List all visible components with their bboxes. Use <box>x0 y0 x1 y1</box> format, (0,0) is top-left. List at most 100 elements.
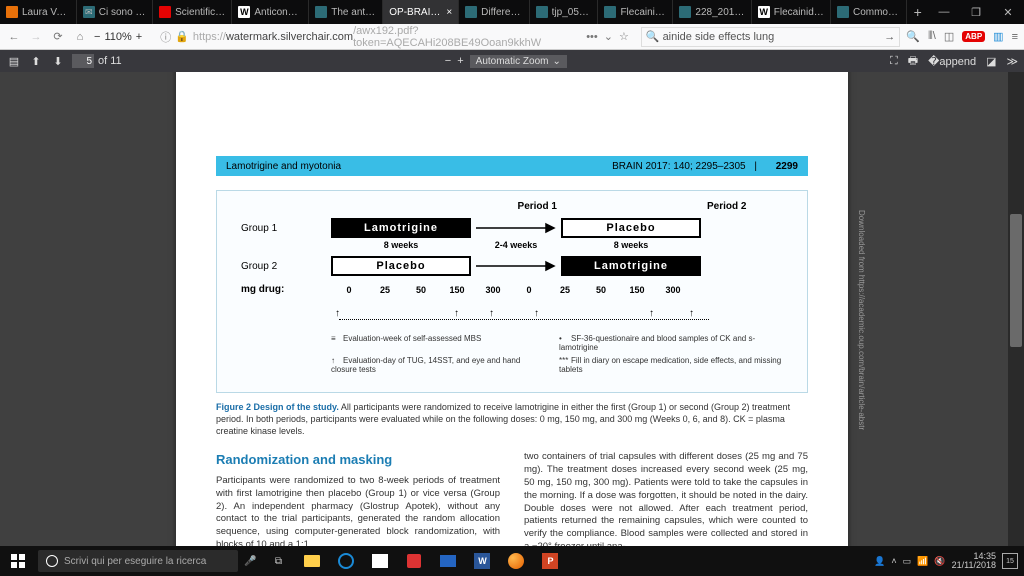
scrollbar-thumb[interactable] <box>1010 214 1022 347</box>
restore-button[interactable]: ❐ <box>960 0 992 24</box>
library-icon[interactable]: ⦀\ <box>928 30 936 43</box>
mail-button[interactable] <box>436 549 460 573</box>
tab[interactable]: Flecainide-R <box>598 0 673 24</box>
back-button[interactable]: ← <box>6 29 22 45</box>
tab-active[interactable]: OP-BRAI1701× <box>383 0 459 24</box>
store-button[interactable] <box>368 549 392 573</box>
zoom-out-pdf-button[interactable]: − <box>445 55 451 67</box>
powerpoint-button[interactable]: P <box>538 549 562 573</box>
scrollbar[interactable] <box>1008 72 1024 546</box>
dose-value: 150 <box>619 285 655 295</box>
people-icon[interactable]: 👤 <box>874 556 885 567</box>
url-prefix: https:// <box>193 31 226 43</box>
running-head-right: BRAIN 2017: 140; 2295–2305 <box>612 161 745 172</box>
page-number-input[interactable] <box>72 54 94 68</box>
menu-icon[interactable]: ≡ <box>1012 31 1018 43</box>
presentation-icon[interactable]: ⛶ <box>890 55 898 68</box>
period-1-label: Period 1 <box>518 201 557 212</box>
tab-label: Anticonvulsiv <box>254 7 302 18</box>
figure-legend: ≡Evaluation-week of self-assessed MBS •S… <box>331 334 783 374</box>
tab-label: Scientific Rep <box>175 7 225 18</box>
reload-button[interactable]: ⟳ <box>50 29 66 45</box>
close-icon[interactable]: × <box>446 7 452 18</box>
tab[interactable]: Laura Valenti <box>0 0 77 24</box>
page-actions-icon[interactable]: ••• <box>586 31 598 43</box>
cortana-search[interactable]: Scrivi qui per eseguire la ricerca <box>38 550 238 572</box>
legend-text: Evaluation-week of self-assessed MBS <box>343 334 481 343</box>
minimize-button[interactable]: — <box>928 0 960 24</box>
legend-text: Evaluation-day of TUG, 14SST, and eye an… <box>331 356 520 374</box>
tab[interactable]: ✉Ci sono delle <box>77 0 153 24</box>
tools-icon[interactable]: ≫ <box>1006 55 1018 68</box>
url-toolbar: ← → ⟳ ⌂ − 110% + ⓘ 🔒 https://watermark.s… <box>0 24 1024 50</box>
sidebar-toggle-icon[interactable]: ▤ <box>6 53 22 69</box>
sidebar-icon[interactable]: ◫ <box>944 30 954 43</box>
bookmark-icon[interactable]: ☆ <box>619 30 629 43</box>
legend-symbol: ≡ <box>331 334 343 343</box>
zoom-in-button[interactable]: + <box>136 31 142 43</box>
page-number: 2299 <box>776 161 798 172</box>
volume-icon[interactable]: 🔇 <box>934 556 945 567</box>
tab[interactable]: Common Sid <box>831 0 907 24</box>
bookmark-pdf-icon[interactable]: ◪ <box>986 55 996 68</box>
clock[interactable]: 14:35 21/11/2018 <box>952 552 996 571</box>
download-icon[interactable]: �append <box>928 55 976 68</box>
task-view-button[interactable]: ⧉ <box>266 549 290 573</box>
action-center-button[interactable]: 15 <box>1002 553 1018 569</box>
dose-value: 25 <box>547 285 583 295</box>
favicon <box>679 6 691 18</box>
info-icon[interactable]: ⓘ <box>160 29 171 45</box>
search-box[interactable]: 🔍 ainide side effects lung → <box>641 27 900 47</box>
tab[interactable]: tjp_058.tex <box>530 0 599 24</box>
mail-icon: ✉ <box>83 6 95 18</box>
zoom-out-button[interactable]: − <box>94 31 100 43</box>
legend-text: SF-36-questionaire and blood samples of … <box>559 334 755 352</box>
dose-value: 300 <box>475 285 511 295</box>
firefox-button[interactable] <box>504 549 528 573</box>
explorer-button[interactable] <box>300 549 324 573</box>
start-button[interactable] <box>0 554 36 568</box>
page-up-button[interactable]: ⬆ <box>28 53 44 69</box>
tray-chevron-icon[interactable]: ˄ <box>891 556 896 566</box>
pdf-viewport[interactable]: Lamotrigine and myotonia BRAIN 2017: 140… <box>0 72 1024 546</box>
tab-label: Flecainide - V <box>774 7 824 18</box>
search-go-icon[interactable]: → <box>884 31 895 43</box>
forward-button[interactable]: → <box>28 29 44 45</box>
edge-button[interactable] <box>334 549 358 573</box>
watermark-text: Downloaded from https://academic.oup.com… <box>857 210 866 430</box>
gift-button[interactable] <box>402 549 426 573</box>
tab[interactable]: 228_2012_Ar <box>673 0 751 24</box>
caption-label: Figure 2 Design of the study. <box>216 402 339 412</box>
favicon <box>465 6 477 18</box>
placebo-box: Placebo <box>561 218 701 238</box>
favicon <box>837 6 849 18</box>
home-button[interactable]: ⌂ <box>72 29 88 45</box>
zoom-in-pdf-button[interactable]: + <box>457 55 463 67</box>
tab-label: tjp_058.tex <box>552 7 592 18</box>
taskbar: Scrivi qui per eseguire la ricerca 🎤 ⧉ W… <box>0 546 1024 576</box>
address-bar[interactable]: ⓘ 🔒 https://watermark.silverchair.com/aw… <box>160 27 580 47</box>
zoom-level: 110% <box>104 31 131 43</box>
network-icon[interactable]: ▭ <box>903 556 912 567</box>
tab[interactable]: Different fle <box>459 0 530 24</box>
tab[interactable]: WAnticonvulsiv <box>232 0 309 24</box>
tab[interactable]: WFlecainide - V <box>752 0 831 24</box>
new-tab-button[interactable]: + <box>907 0 928 24</box>
tab[interactable]: Scientific Rep <box>153 0 232 24</box>
pocket-icon[interactable]: ⌄ <box>604 30 613 43</box>
mic-icon[interactable]: 🎤 <box>244 556 256 567</box>
close-button[interactable]: ✕ <box>992 0 1024 24</box>
favicon <box>604 6 616 18</box>
page-down-button[interactable]: ⬇ <box>50 53 66 69</box>
zoom-mode-select[interactable]: Automatic Zoom⌄ <box>470 55 567 68</box>
search-submit-icon[interactable]: 🔍 <box>906 30 920 43</box>
word-button[interactable]: W <box>470 549 494 573</box>
placebo-box: Placebo <box>331 256 471 276</box>
period-2-label: Period 2 <box>707 201 746 212</box>
tab[interactable]: The antimyo <box>309 0 383 24</box>
print-icon[interactable]: 🖶 <box>908 52 918 71</box>
dose-value: 0 <box>331 285 367 295</box>
container-icon[interactable]: ▥ <box>993 30 1003 43</box>
abp-icon[interactable]: ABP <box>962 31 985 42</box>
wifi-icon[interactable]: 📶 <box>917 556 928 567</box>
